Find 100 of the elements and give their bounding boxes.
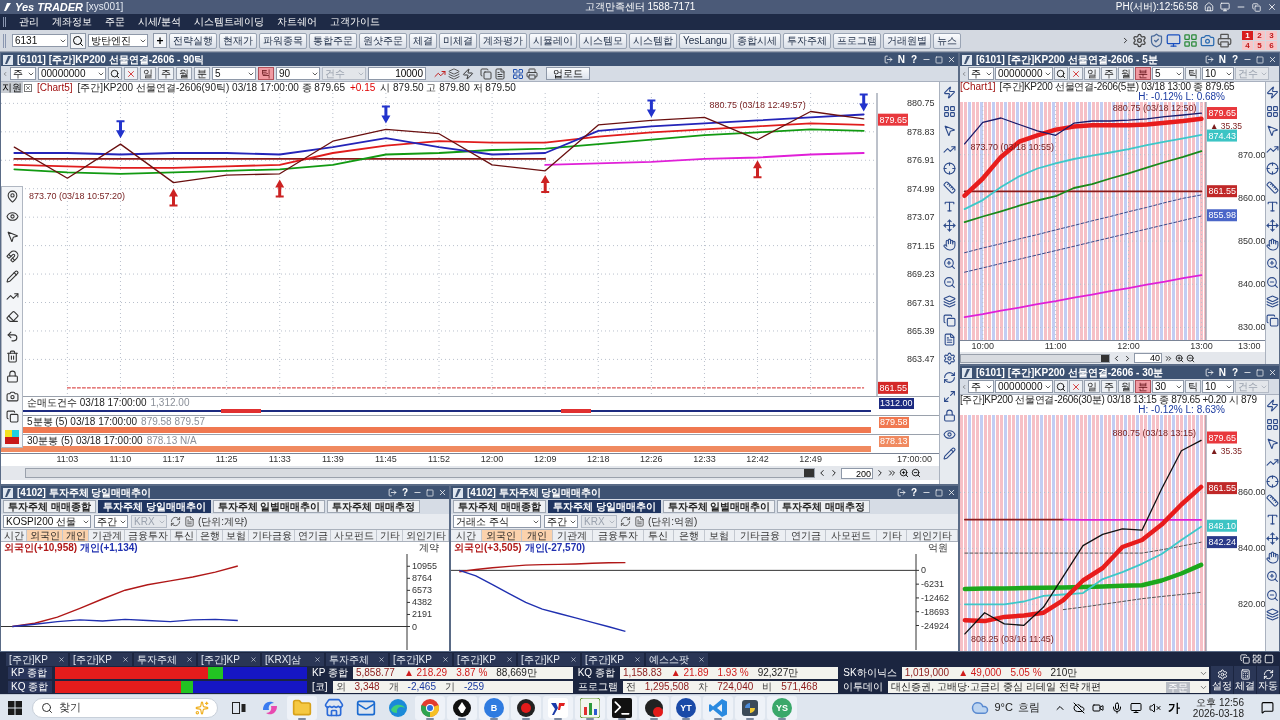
interval-dropdown[interactable]: 30: [1152, 380, 1184, 393]
toolbar-button[interactable]: 미체결: [439, 32, 477, 49]
trend-line-icon[interactable]: [1266, 143, 1279, 156]
window-tab[interactable]: [주간]KP: [198, 652, 260, 666]
task-view-icon[interactable]: [232, 701, 246, 714]
maximize-icon[interactable]: [935, 488, 943, 497]
text-tool-icon[interactable]: [942, 200, 956, 213]
move-icon[interactable]: [942, 219, 956, 232]
series-toggle[interactable]: 기타: [377, 530, 403, 541]
view-tab[interactable]: 투자주체 매매추정: [327, 500, 421, 513]
taskbar-app-button[interactable]: [639, 695, 669, 720]
move-icon[interactable]: [1266, 219, 1279, 232]
grid-icon[interactable]: [512, 67, 524, 80]
network-icon[interactable]: [1129, 701, 1142, 714]
code-dropdown[interactable]: 00000000: [995, 380, 1053, 393]
move-icon[interactable]: [1266, 532, 1279, 545]
period-button[interactable]: 일: [140, 67, 156, 80]
taskbar-app-button[interactable]: [511, 695, 541, 720]
scrollbar-thumb[interactable]: [804, 469, 814, 477]
view-tab[interactable]: 투자주체 일별매매추이: [662, 500, 776, 513]
scroll-right-icon[interactable]: [829, 468, 839, 478]
copy-icon[interactable]: [5, 410, 19, 423]
series-toggle[interactable]: 기관계: [89, 530, 125, 541]
market-dropdown[interactable]: 거래소 주식: [453, 515, 541, 528]
detach-icon[interactable]: [883, 55, 893, 64]
zoom-out-icon[interactable]: [942, 276, 956, 289]
crosshair-icon[interactable]: [1266, 162, 1279, 175]
hand-icon[interactable]: [1266, 238, 1279, 251]
pencil-icon[interactable]: [942, 447, 956, 460]
search-button[interactable]: [108, 67, 122, 80]
maximize-icon[interactable]: [1256, 368, 1264, 377]
restore-icon[interactable]: [1252, 2, 1261, 12]
screen-number-button[interactable]: 4: [1242, 41, 1253, 50]
lock-icon[interactable]: [942, 409, 956, 422]
add-button[interactable]: +: [153, 33, 167, 48]
layers-icon[interactable]: [942, 295, 956, 308]
quick-button[interactable]: 체결: [1234, 666, 1256, 694]
taskbar-app-button[interactable]: YT: [671, 695, 701, 720]
refresh-icon[interactable]: [170, 516, 181, 527]
period-button[interactable]: 분: [194, 67, 210, 80]
taskbar-app-button[interactable]: [607, 695, 637, 720]
taskbar-app-button[interactable]: [735, 695, 765, 720]
expand-icon[interactable]: [942, 390, 956, 403]
microphone-icon[interactable]: [1110, 701, 1123, 714]
settings-icon[interactable]: [1132, 33, 1147, 48]
window-tab[interactable]: [주간]KP: [518, 652, 580, 666]
title-button[interactable]: ?: [1230, 366, 1239, 379]
camera-icon[interactable]: [5, 390, 19, 403]
maximize-icon[interactable]: [1256, 55, 1264, 64]
copy-icon[interactable]: [942, 314, 956, 327]
zoom-out-icon[interactable]: [911, 468, 921, 478]
series-toggle[interactable]: 기타금융: [249, 530, 295, 541]
magnet-icon[interactable]: [5, 250, 19, 263]
title-button[interactable]: N: [1217, 366, 1227, 379]
last-icon[interactable]: [1164, 353, 1173, 363]
period-button[interactable]: 월: [1118, 380, 1134, 393]
period-button[interactable]: 주: [1101, 67, 1117, 80]
search-button[interactable]: [1054, 380, 1068, 393]
camera-icon[interactable]: [1091, 701, 1104, 714]
window-tab[interactable]: [주간]KP: [390, 652, 452, 666]
series-toggle[interactable]: 개인: [522, 530, 553, 541]
tiles-icon[interactable]: [1183, 33, 1198, 48]
detach-icon[interactable]: [1204, 55, 1214, 64]
market-dropdown[interactable]: 주: [968, 67, 994, 80]
zoom-in-icon[interactable]: [899, 468, 909, 478]
monitor-icon[interactable]: [1220, 2, 1230, 12]
title-button[interactable]: N: [1217, 53, 1227, 66]
period-button[interactable]: 틱: [258, 67, 274, 80]
toolbar-button[interactable]: 투자주체: [783, 32, 832, 49]
title-button[interactable]: ?: [909, 53, 918, 66]
toolbar-button[interactable]: 현재가: [219, 32, 257, 49]
menu-item[interactable]: 고객가이드: [329, 16, 380, 28]
maximize-icon[interactable]: [935, 55, 943, 64]
screen-number-button[interactable]: 6: [1266, 41, 1277, 50]
interval-dropdown[interactable]: 90: [276, 67, 320, 80]
grid-icon[interactable]: [1266, 418, 1279, 431]
input-method-button[interactable]: 가: [1167, 700, 1180, 715]
view-tab[interactable]: 투자주체 당일매매추이: [97, 500, 211, 513]
scrollbar-thumb[interactable]: [1101, 354, 1109, 362]
monitor-icon[interactable]: [1166, 33, 1181, 48]
quick-button[interactable]: 자동: [1257, 666, 1279, 694]
view-tab[interactable]: 투자주체 당일매매추이: [547, 500, 661, 513]
period-button[interactable]: 월: [176, 67, 192, 80]
market-dropdown[interactable]: 주: [968, 380, 994, 393]
crosshair-icon[interactable]: [942, 162, 956, 175]
scroll-right-icon[interactable]: [1123, 353, 1132, 363]
title-button[interactable]: N: [896, 53, 906, 66]
zoom-in-icon[interactable]: [1266, 570, 1279, 583]
document-icon[interactable]: [634, 516, 645, 527]
refresh-icon[interactable]: [942, 371, 956, 384]
view-tab[interactable]: 투자주체 매매종합: [3, 500, 96, 513]
period-button[interactable]: 일: [1084, 380, 1100, 393]
interval-dropdown[interactable]: 10: [1202, 67, 1234, 80]
ruler-icon[interactable]: [1266, 494, 1279, 507]
taskbar-search-field[interactable]: 찾기: [59, 699, 189, 716]
window-tab[interactable]: [주간]KP: [6, 652, 68, 666]
series-toggle[interactable]: 시간: [1, 530, 27, 541]
zoom-out-icon[interactable]: [1266, 589, 1279, 602]
hand-icon[interactable]: [1266, 551, 1279, 564]
last-icon[interactable]: [887, 468, 897, 478]
